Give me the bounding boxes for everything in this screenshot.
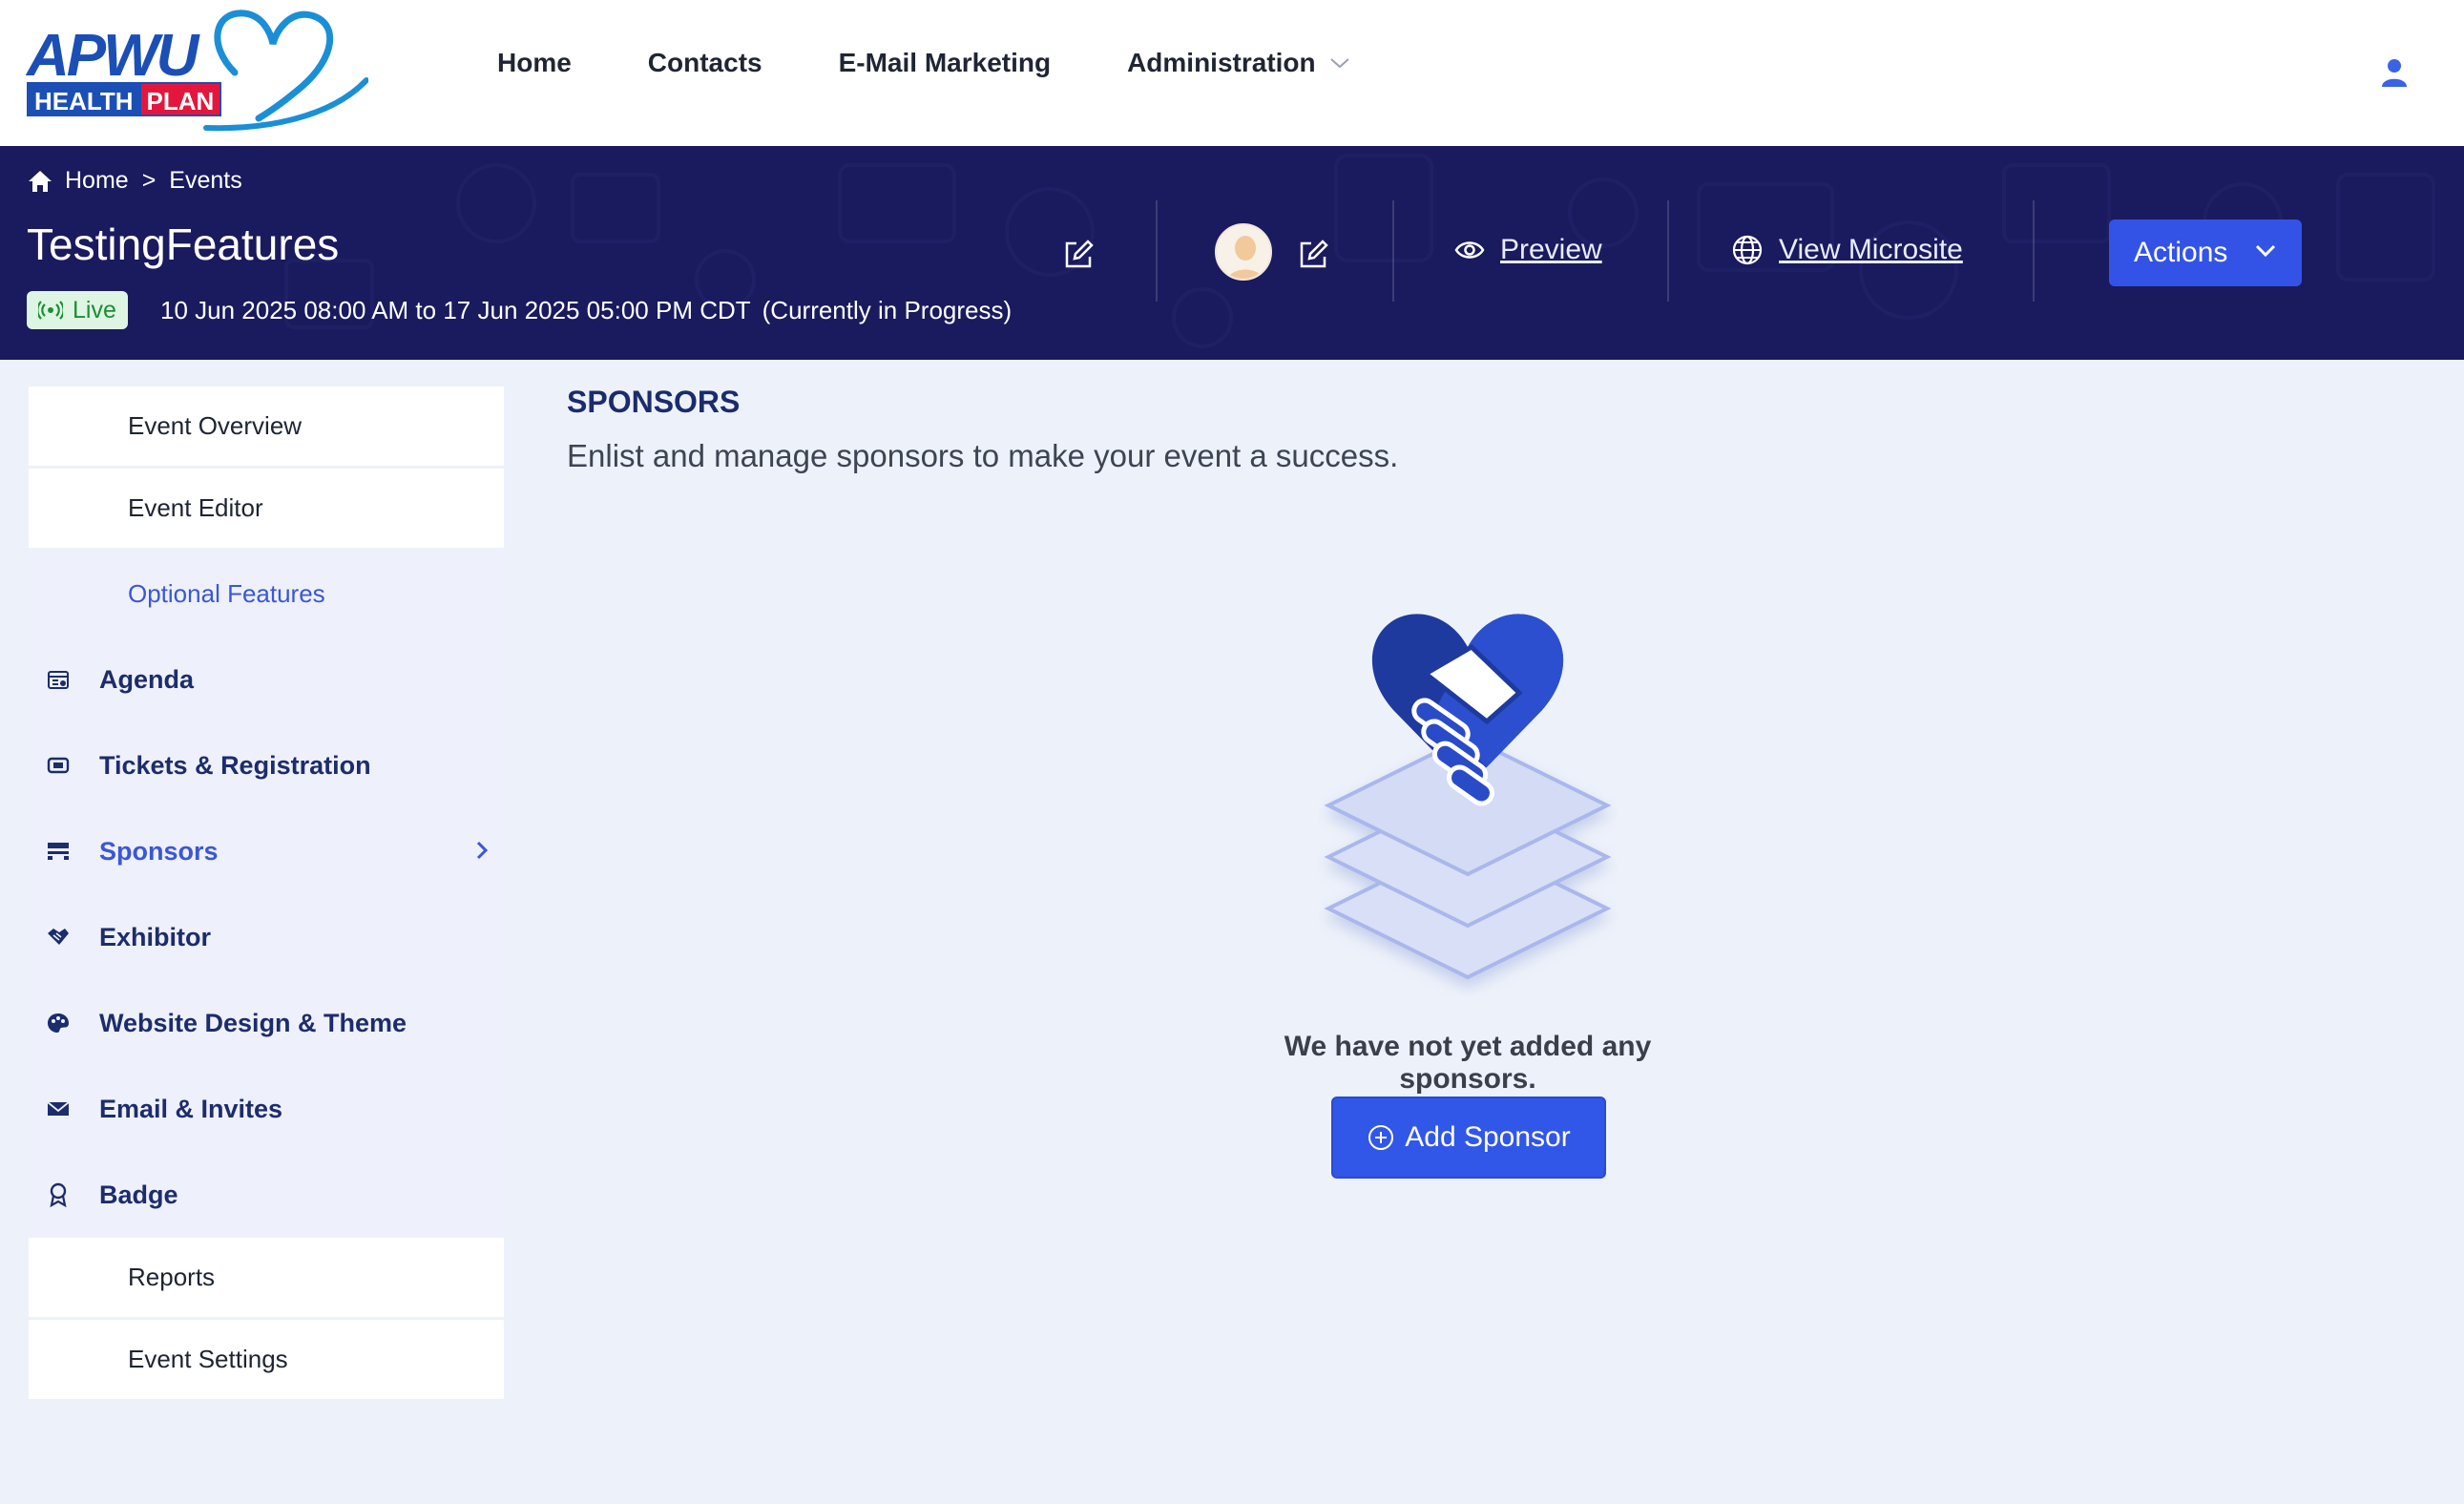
actions-dropdown-button[interactable]: Actions [2109, 219, 2302, 286]
award-ribbon-icon [50, 1182, 67, 1207]
sidebar-item-agenda[interactable]: Agenda [29, 637, 504, 722]
add-sponsor-label: Add Sponsor [1405, 1121, 1571, 1153]
sponsor-banner-icon [48, 843, 69, 860]
event-dates: 10 Jun 2025 08:00 AM to 17 Jun 2025 05:0… [160, 296, 1012, 325]
edit-title-icon[interactable] [1061, 238, 1096, 272]
add-sponsor-button[interactable]: Add Sponsor [1331, 1097, 1606, 1179]
top-navbar: APWU HEALTH PLAN Home Contacts E-Mail Ma… [0, 0, 2464, 146]
sidebar-item-sponsors[interactable]: Sponsors [29, 808, 504, 894]
section-subtitle: Enlist and manage sponsors to make your … [567, 438, 1399, 473]
logo-wordmark: APWU [27, 23, 198, 89]
eye-icon [1454, 241, 1485, 259]
sidebar-item-tickets-registration[interactable]: Tickets & Registration [29, 722, 504, 808]
globe-icon [1732, 235, 1763, 265]
event-title: TestingFeatures [27, 219, 340, 269]
hero-divider [1156, 200, 1158, 302]
sidebar-event-settings[interactable]: Event Settings [29, 1320, 504, 1402]
envelope-icon [47, 1101, 70, 1116]
view-microsite-label: View Microsite [1779, 234, 1963, 265]
logo-plan: PLAN [140, 82, 222, 116]
plus-circle-icon [1368, 1125, 1394, 1150]
chevron-right-icon [476, 841, 489, 860]
nav-administration-label: Administration [1127, 48, 1316, 77]
breadcrumb: Home > Events [27, 167, 242, 195]
sidebar-section-optional-features[interactable]: Optional Features [29, 551, 504, 637]
sidebar-item-label: Sponsors [99, 836, 219, 866]
event-header: Home > Events TestingFeatures Live 10 Ju… [0, 146, 2464, 360]
sidebar-item-label: Exhibitor [99, 922, 212, 951]
sidebar-item-label: Agenda [99, 664, 195, 694]
event-date-range: 10 Jun 2025 08:00 AM to 17 Jun 2025 05:0… [160, 296, 751, 324]
sidebar-item-website-design-theme[interactable]: Website Design & Theme [29, 980, 504, 1066]
home-icon[interactable] [27, 169, 53, 194]
view-microsite-link[interactable]: View Microsite [1731, 234, 1963, 266]
breadcrumb-events[interactable]: Events [169, 167, 241, 195]
apwu-health-plan-logo[interactable]: APWU HEALTH PLAN [25, 6, 368, 134]
preview-link[interactable]: Preview [1454, 234, 1602, 266]
logo-health: HEALTH [27, 82, 141, 116]
nav-administration[interactable]: Administration [1127, 48, 1350, 78]
ticket-icon [47, 757, 70, 774]
edit-organizer-icon[interactable] [1296, 238, 1330, 272]
sidebar-item-label: Badge [99, 1180, 178, 1209]
sidebar-item-email-invites[interactable]: Email & Invites [29, 1066, 504, 1152]
organizer-avatar[interactable] [1215, 223, 1272, 281]
sidebar-item-label: Email & Invites [99, 1094, 283, 1123]
user-profile-icon[interactable] [2380, 57, 2409, 88]
live-label: Live [73, 296, 116, 324]
sidebar-item-label: Website Design & Theme [99, 1008, 407, 1037]
sidebar-event-editor[interactable]: Event Editor [29, 469, 504, 551]
hero-divider [1392, 200, 1394, 302]
sidebar-reports[interactable]: Reports [29, 1238, 504, 1320]
palette-icon [48, 1013, 69, 1033]
sidebar-item-badge[interactable]: Badge [29, 1152, 504, 1238]
empty-state-message: We have not yet added any sponsors. [1284, 1031, 1652, 1095]
actions-label: Actions [2134, 237, 2228, 268]
event-sidebar: Event Overview Event Editor Optional Fea… [29, 386, 504, 1402]
section-title: SPONSORS [567, 385, 741, 419]
nav-contacts[interactable]: Contacts [648, 48, 762, 78]
nav-home[interactable]: Home [497, 48, 572, 78]
sponsors-empty-illustration [1324, 614, 1612, 980]
sidebar-item-exhibitor[interactable]: Exhibitor [29, 894, 504, 980]
event-progress-status: (Currently in Progress) [762, 296, 1013, 324]
hero-divider [1667, 200, 1669, 302]
chevron-down-icon [1329, 58, 1349, 69]
chevron-down-icon [2255, 244, 2276, 258]
live-status-badge: Live [27, 291, 128, 329]
handshake-icon [48, 929, 69, 945]
hero-divider [2033, 200, 2035, 302]
breadcrumb-separator: > [141, 167, 157, 194]
sidebar-event-overview[interactable]: Event Overview [29, 386, 504, 469]
calendar-list-icon [48, 671, 69, 689]
nav-email-marketing[interactable]: E-Mail Marketing [839, 48, 1051, 78]
breadcrumb-home[interactable]: Home [65, 167, 129, 195]
broadcast-icon [38, 301, 63, 320]
preview-label: Preview [1500, 234, 1602, 265]
sidebar-item-label: Tickets & Registration [99, 750, 371, 780]
main-menu: Home Contacts E-Mail Marketing Administr… [497, 48, 1427, 78]
